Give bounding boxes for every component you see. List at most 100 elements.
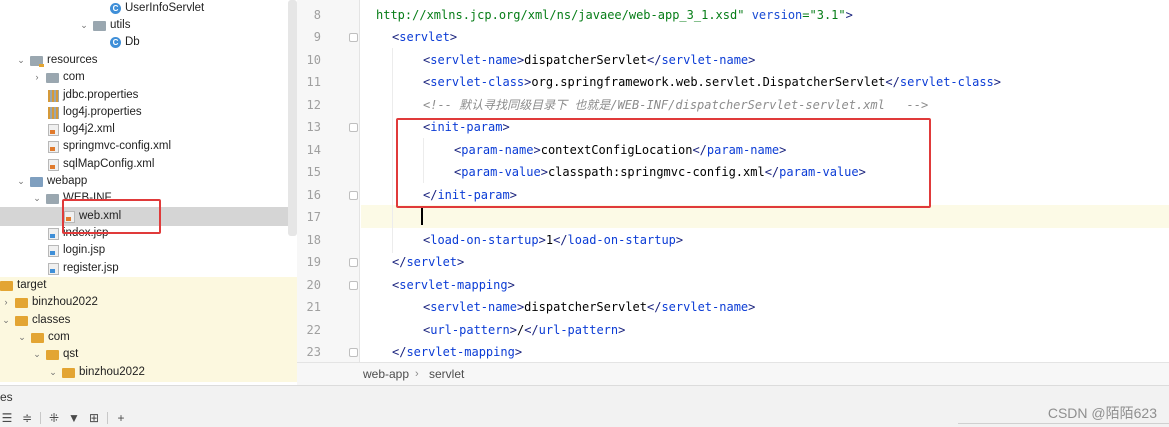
toolbar-separator (107, 412, 108, 424)
tree-item-target[interactable]: target (0, 277, 46, 294)
code-token: > (618, 323, 626, 337)
fold-marker-icon[interactable] (349, 348, 358, 357)
line-number: 12 (306, 98, 321, 112)
text-caret (421, 208, 423, 225)
tree-item-db[interactable]: C Db (110, 34, 140, 51)
line-number: 11 (306, 75, 321, 89)
fold-marker-icon[interactable] (349, 258, 358, 267)
toolbar-separator (40, 412, 41, 424)
tree-item-resources[interactable]: ⌄ resources (15, 52, 98, 69)
web-folder-icon (30, 176, 43, 187)
annotation-box-web-xml (62, 199, 161, 234)
project-tree[interactable]: C UserInfoServlet ⌄ utils C Db ⌄ resourc… (0, 0, 297, 382)
tree-item-login-jsp[interactable]: login.jsp (48, 242, 105, 259)
tree-item-webapp[interactable]: ⌄ webapp (15, 173, 87, 190)
code-token: > (675, 233, 684, 247)
code-token: servlet (406, 255, 458, 269)
layout-icon[interactable]: ⊞ (87, 411, 101, 425)
tree-item-classes-com[interactable]: ⌄ com (16, 329, 70, 346)
tree-item-log4j2-xml[interactable]: log4j2.xml (48, 121, 115, 138)
breadcrumb: web-app › servlet (297, 362, 1169, 385)
code-line-11: <servlet-class>org.springframework.web.s… (423, 71, 1001, 93)
chevron-down-icon[interactable]: ⌄ (16, 329, 28, 346)
code-token: </ (392, 255, 407, 269)
chevron-down-icon[interactable]: ⌄ (15, 52, 27, 69)
code-token: </ (885, 75, 900, 89)
code-line-18: <load-on-startup>1</load-on-startup> (423, 229, 683, 251)
code-token: </ (524, 323, 539, 337)
chevron-down-icon[interactable]: ⌄ (0, 312, 12, 329)
tree-item-sqlmapconfig[interactable]: sqlMapConfig.xml (48, 156, 154, 173)
code-token: <!-- 默认寻找同级目录下 也就是/WEB-INF/dispatcherSer… (423, 98, 929, 112)
chevron-down-icon[interactable]: ⌄ (31, 346, 43, 363)
jsp-file-icon (48, 227, 59, 240)
code-token: > (993, 75, 1002, 89)
code-token: dispatcherServlet (524, 300, 647, 314)
panel-title: es (0, 390, 13, 404)
tree-item-jdbc-properties[interactable]: jdbc.properties (48, 87, 138, 104)
line-number: 20 (306, 278, 321, 292)
chevron-down-icon[interactable]: ⌄ (31, 190, 43, 207)
code-token: > (507, 278, 515, 292)
code-line-10: <servlet-name>dispatcherServlet</servlet… (423, 49, 755, 71)
fold-marker-icon[interactable] (349, 33, 358, 42)
tree-item-qst[interactable]: ⌄ qst (31, 346, 78, 363)
line-number-gutter: 8 9 10 11 12 13 14 15 16 17 18 19 20 21 … (297, 0, 360, 362)
folder-icon (93, 20, 106, 31)
chevron-down-icon[interactable]: ⌄ (15, 173, 27, 190)
excluded-folder-icon (15, 297, 28, 308)
line-number: 8 (313, 8, 321, 22)
tree-scrollbar[interactable] (288, 0, 297, 236)
add-icon[interactable]: + (114, 411, 128, 425)
code-token: servlet-mapping (406, 345, 515, 359)
fold-marker-icon[interactable] (349, 123, 358, 132)
tree-item-springmvc-config[interactable]: springmvc-config.xml (48, 138, 171, 155)
code-token: servlet-name (430, 53, 517, 67)
chevron-down-icon[interactable]: ⌄ (47, 364, 59, 381)
code-line-12: <!-- 默认寻找同级目录下 也就是/WEB-INF/dispatcherSer… (423, 94, 928, 116)
expand-all-icon[interactable]: ☰ (0, 411, 14, 425)
tree-item-com[interactable]: › com (31, 69, 85, 86)
excluded-folder-icon (31, 332, 44, 343)
properties-file-icon (48, 106, 59, 119)
group-icon[interactable]: ⁜ (47, 411, 61, 425)
tree-item-binzhou2022[interactable]: › binzhou2022 (0, 294, 98, 311)
code-token: > (449, 30, 458, 44)
code-token: servlet-mapping (399, 278, 508, 292)
resources-folder-icon (30, 55, 44, 67)
tree-item-utils[interactable]: ⌄ utils (78, 17, 130, 34)
collapse-all-icon[interactable]: ≑ (20, 411, 34, 425)
code-token: url-pattern (538, 323, 619, 337)
chevron-right-icon[interactable]: › (31, 69, 43, 86)
line-number: 15 (306, 165, 321, 179)
tree-item-classes[interactable]: ⌄ classes (0, 312, 70, 329)
breadcrumb-separator-icon: › (415, 368, 419, 380)
breadcrumb-item-web-app[interactable]: web-app (363, 367, 409, 381)
tree-item-userinfoservlet[interactable]: C UserInfoServlet (110, 0, 204, 17)
chevron-down-icon[interactable]: ⌄ (78, 17, 90, 34)
jsp-file-icon (48, 262, 59, 275)
properties-file-icon (48, 89, 59, 102)
code-token: </ (647, 53, 662, 67)
code-line-21: <servlet-name>dispatcherServlet</servlet… (423, 296, 755, 318)
code-token: </ (392, 345, 407, 359)
tree-item-log4j-properties[interactable]: log4j.properties (48, 104, 142, 121)
code-token: 1 (545, 233, 554, 247)
xml-file-icon (48, 140, 59, 153)
code-token: > (748, 300, 756, 314)
fold-marker-icon[interactable] (349, 191, 358, 200)
jsp-file-icon (48, 244, 59, 257)
code-token: servlet-name (430, 300, 517, 314)
line-number: 17 (306, 210, 321, 224)
breadcrumb-item-servlet[interactable]: servlet (429, 367, 464, 381)
line-number: 21 (306, 300, 321, 314)
excluded-folder-icon (0, 280, 13, 291)
code-token: http://xmlns.jcp.org/xml/ns/javaee/web-a… (376, 8, 745, 22)
chevron-right-icon[interactable]: › (0, 294, 12, 311)
filter-icon[interactable]: ▼ (67, 411, 81, 425)
fold-marker-icon[interactable] (349, 281, 358, 290)
excluded-folder-icon (62, 367, 75, 378)
code-token: > (538, 233, 546, 247)
tree-item-qst-binzhou2022[interactable]: ⌄ binzhou2022 (47, 364, 145, 381)
tree-item-register-jsp[interactable]: register.jsp (48, 260, 119, 277)
